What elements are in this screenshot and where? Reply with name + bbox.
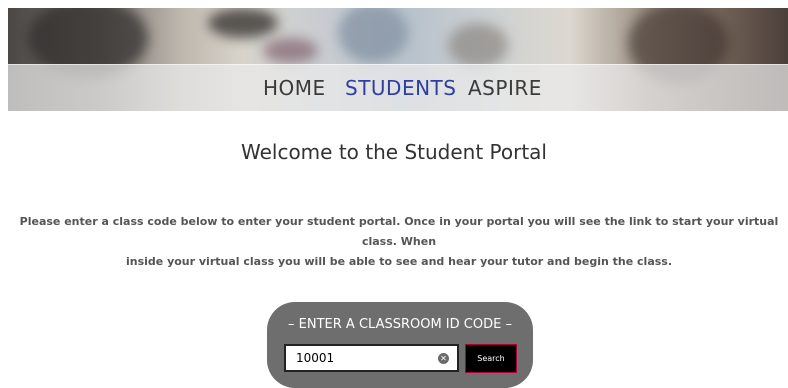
search-button[interactable]: Search — [465, 344, 517, 373]
clear-circle-icon[interactable]: ✕ — [438, 353, 449, 364]
nav-home[interactable]: HOME — [263, 76, 326, 100]
intro-line-1: Please enter a class code below to enter… — [19, 215, 779, 248]
classroom-code-label: – ENTER A CLASSROOM ID CODE – — [288, 317, 512, 332]
banner-photo-shape — [338, 8, 408, 63]
nav-students[interactable]: STUDENTS — [345, 76, 456, 100]
classroom-code-input[interactable] — [284, 344, 459, 372]
banner-photo-shape — [448, 23, 508, 68]
nav-aspire[interactable]: ASPIRE — [468, 76, 542, 100]
intro-text: Please enter a class code below to enter… — [10, 212, 788, 272]
banner-photo-shape — [208, 8, 278, 38]
intro-line-2: inside your virtual class you will be ab… — [125, 255, 673, 268]
classroom-code-panel: – ENTER A CLASSROOM ID CODE – ✕ Search — [267, 302, 533, 388]
header-banner: HOME STUDENTS ASPIRE — [8, 8, 788, 111]
banner-photo-shape — [263, 38, 318, 63]
page-title: Welcome to the Student Portal — [240, 140, 547, 164]
main-navbar: HOME STUDENTS ASPIRE — [8, 64, 788, 111]
